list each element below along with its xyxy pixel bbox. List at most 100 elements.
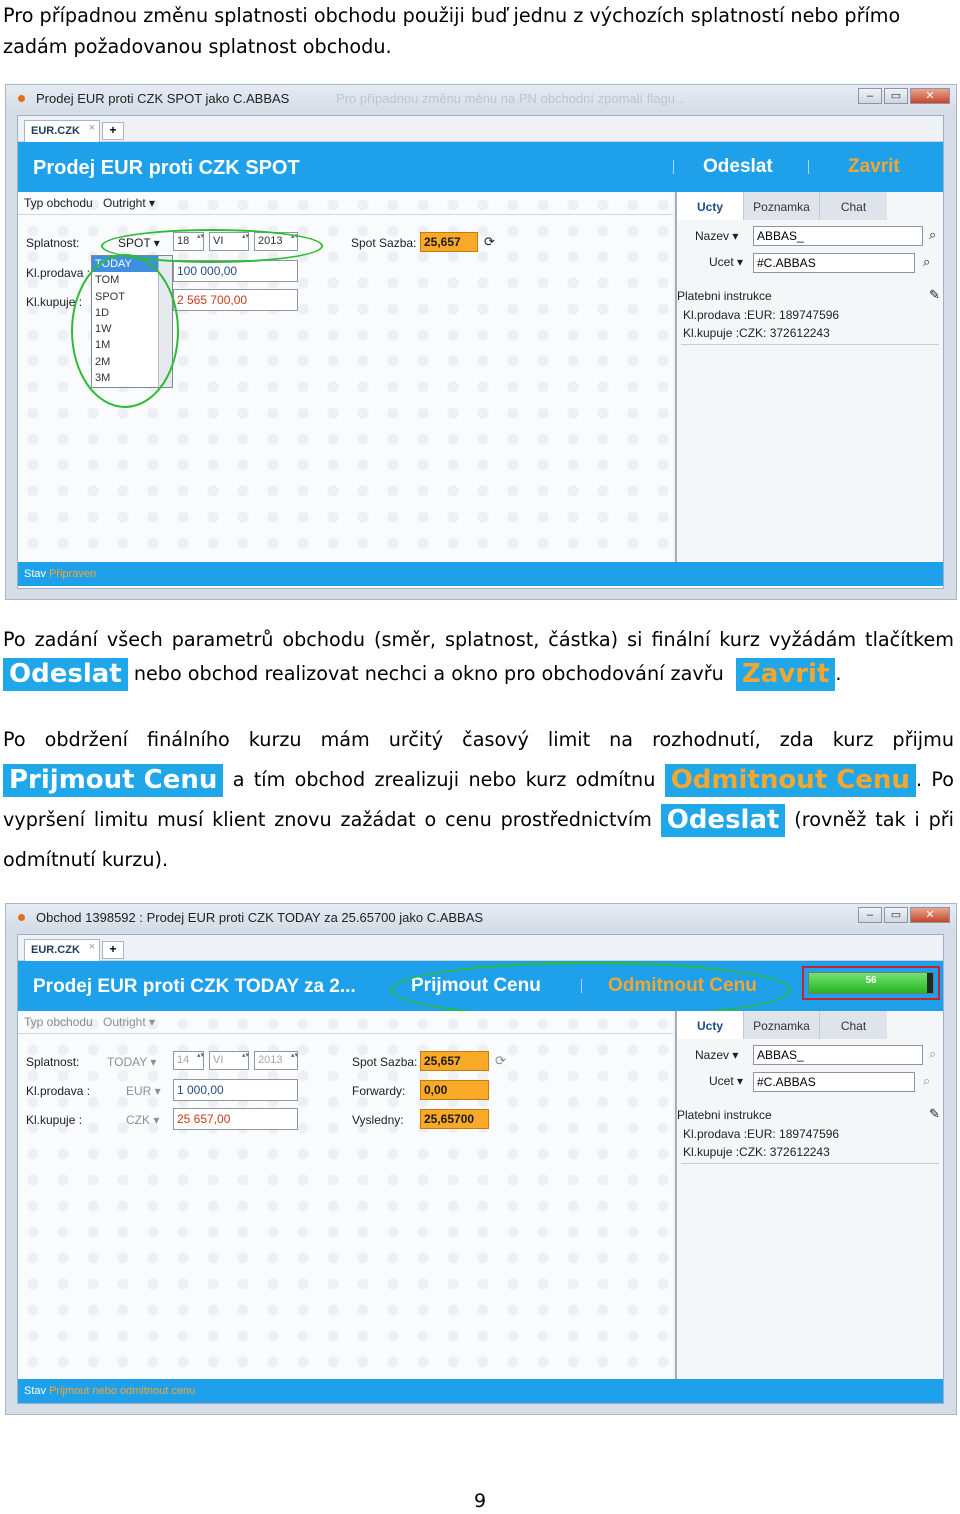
sell-amount-field: 1 000,00 <box>173 1079 298 1101</box>
trade-type-label: Typ obchodu <box>24 196 93 210</box>
tab-note[interactable]: Poznamka <box>743 1011 819 1039</box>
final-rate-value: 25,65700 <box>420 1109 489 1129</box>
timeout-value: 56 <box>865 975 877 986</box>
window-title: Obchod 1398592 : Prodej EUR proti CZK TO… <box>36 910 484 925</box>
trade-header: Prodej EUR proti CZK TODAY za 2... Prijm… <box>18 961 943 1011</box>
tab-chat[interactable]: Chat <box>819 192 887 220</box>
reject-price-button[interactable]: Odmitnout Cenu <box>608 975 757 997</box>
payment-instructions-title: Platebni instrukce <box>677 289 772 303</box>
paragraph-send: Po zadání všech parametrů obchodu (směr,… <box>3 628 954 691</box>
payment-instructions-title: Platebni instrukce <box>677 1108 772 1122</box>
send-button-inline: Odeslat <box>3 658 128 691</box>
tab-close-icon[interactable]: × <box>89 941 95 953</box>
close-button-inline: Zavrit <box>735 658 836 691</box>
tab-close-icon[interactable]: × <box>89 122 95 134</box>
page-number: 9 <box>473 1490 487 1512</box>
minimize-icon[interactable]: – <box>858 907 882 923</box>
client-panel: Ucty Poznamka Chat Nazev ▾ ABBAS_ ⌕ Ucet… <box>675 1011 943 1379</box>
day-spinner[interactable]: 18 <box>173 232 204 251</box>
search-icon[interactable]: ⌕ <box>929 227 936 243</box>
close-icon[interactable]: ✕ <box>910 88 950 104</box>
day-spinner: 14 <box>173 1051 204 1070</box>
add-tab-button[interactable]: + <box>102 122 124 140</box>
timeout-indicator: 56 <box>802 966 940 1000</box>
timeout-progress-bar: 56 <box>808 972 934 994</box>
maturity-label: Splatnost: <box>26 1055 80 1069</box>
forward-label: Forwardy: <box>352 1084 406 1098</box>
account-label: Ucet ▾ <box>709 255 744 269</box>
close-button[interactable]: Zavrit <box>848 156 900 178</box>
buy-amount-field[interactable]: 2 565 700,00 <box>173 289 298 311</box>
spot-rate-label: Spot Sazba: <box>351 236 417 250</box>
instruction-sell: Kl.prodava :EUR: 189747596 <box>683 1127 840 1141</box>
maximize-icon[interactable]: ▭ <box>884 907 908 923</box>
window-title: Prodej EUR proti CZK SPOT jako C.ABBAS <box>36 91 290 106</box>
sell-currency-select: EUR ▾ <box>126 1084 161 1098</box>
tab-note[interactable]: Poznamka <box>743 192 819 220</box>
tab-accounts[interactable]: Ucty <box>677 192 743 220</box>
tab-chat[interactable]: Chat <box>819 1011 887 1039</box>
reject-button-inline: Odmitnout Cenu <box>664 764 916 797</box>
account-field[interactable]: #C.ABBAS <box>753 253 915 273</box>
status-value: Prijmout nebo odmitnout cenu <box>49 1385 196 1397</box>
sell-amount-field[interactable]: 100 000,00 <box>173 260 298 282</box>
search-icon[interactable]: ⌕ <box>923 1073 930 1089</box>
name-field[interactable]: ABBAS_ <box>753 226 923 246</box>
maturity-dropdown[interactable]: TODAY TOM SPOT 1D 1W 1M 2M 3M <box>91 255 173 388</box>
refresh-icon: ⟳ <box>495 1053 506 1068</box>
spot-rate-value: 25,657 <box>420 1051 489 1071</box>
instruction-buy: Kl.kupuje :CZK: 372612243 <box>683 326 830 340</box>
window-titlebar: Prodej EUR proti CZK SPOT jako C.ABBAS P… <box>6 85 956 113</box>
trade-type-select: Outright ▾ <box>103 1015 156 1029</box>
year-spinner[interactable]: 2013 <box>254 232 298 251</box>
sell-amount-label: Kl.prodava : <box>26 1084 91 1098</box>
app-icon <box>18 914 25 921</box>
tab-eurczk[interactable]: EUR.CZK × <box>24 939 100 961</box>
minimize-icon[interactable]: – <box>858 88 882 104</box>
status-bar: Stav Prijmout nebo odmitnout cenu <box>18 1379 943 1403</box>
status-bar: Stav Připraven <box>18 562 943 586</box>
search-icon[interactable]: ⌕ <box>923 254 930 270</box>
buy-amount-field: 25 657,00 <box>173 1108 298 1130</box>
instruction-sell: Kl.prodava :EUR: 189747596 <box>683 308 840 322</box>
buy-amount-label: Kl.kupuje : <box>26 1113 83 1127</box>
month-spinner[interactable]: VI <box>209 232 249 251</box>
maximize-icon[interactable]: ▭ <box>884 88 908 104</box>
buy-amount-label: Kl.kupuje : <box>26 295 83 309</box>
spot-rate-label: Spot Sazba: <box>352 1055 418 1069</box>
add-tab-button[interactable]: + <box>102 941 124 959</box>
intro-paragraph: Pro případnou změnu splatnosti obchodu p… <box>3 4 901 58</box>
status-value: Připraven <box>49 568 97 580</box>
name-field[interactable]: ABBAS_ <box>753 1045 923 1065</box>
tab-accounts[interactable]: Ucty <box>677 1011 743 1039</box>
paragraph-accept: Po obdržení finálního kurzu mám určitý č… <box>3 728 954 871</box>
edit-icon[interactable]: ✎ <box>929 1106 940 1122</box>
buy-currency-select: CZK ▾ <box>126 1113 160 1127</box>
trade-header: Prodej EUR proti CZK SPOT Odeslat Zavrit <box>18 142 943 192</box>
maturity-select[interactable]: SPOT ▾ <box>118 236 160 250</box>
send-button-inline: Odeslat <box>660 804 786 837</box>
send-button[interactable]: Odeslat <box>703 156 773 178</box>
dropdown-scrollbar[interactable] <box>158 256 172 387</box>
edit-icon[interactable]: ✎ <box>929 287 940 303</box>
close-icon[interactable]: ✕ <box>910 907 950 923</box>
year-spinner: 2013 <box>254 1051 298 1070</box>
trade-type-select[interactable]: Outright ▾ <box>103 196 155 210</box>
trade-type-label: Typ obchodu <box>24 1015 93 1029</box>
tab-eurczk[interactable]: EUR.CZK × <box>24 120 100 142</box>
name-label: Nazev ▾ <box>695 229 739 243</box>
forward-value: 0,00 <box>420 1080 489 1100</box>
trade-title: Prodej EUR proti CZK TODAY za 2... <box>33 976 356 997</box>
trade-title: Prodej EUR proti CZK SPOT <box>33 157 300 179</box>
trade-window-spot: Prodej EUR proti CZK SPOT jako C.ABBAS P… <box>5 84 957 600</box>
window-titlebar: Obchod 1398592 : Prodej EUR proti CZK TO… <box>6 904 956 932</box>
spot-rate-value: 25,657 <box>420 232 478 252</box>
trade-window-today: Obchod 1398592 : Prodej EUR proti CZK TO… <box>5 903 957 1415</box>
account-field[interactable]: #C.ABBAS <box>753 1072 915 1092</box>
search-icon[interactable]: ⌕ <box>929 1046 936 1062</box>
instruction-buy: Kl.kupuje :CZK: 372612243 <box>683 1145 830 1159</box>
client-panel: Ucty Poznamka Chat Nazev ▾ ABBAS_ ⌕ Ucet… <box>675 192 943 562</box>
accept-price-button[interactable]: Prijmout Cenu <box>411 975 541 997</box>
account-label: Ucet ▾ <box>709 1074 744 1088</box>
refresh-icon[interactable]: ⟳ <box>484 234 495 250</box>
